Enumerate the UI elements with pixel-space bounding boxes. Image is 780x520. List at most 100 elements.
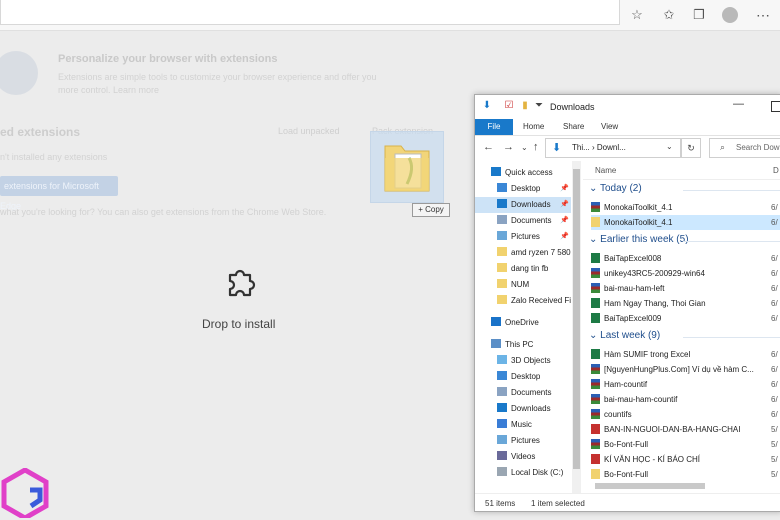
address-path-box[interactable]: ⬇ Thi... › Downl... ⌄ bbox=[545, 138, 681, 158]
navigation-bar: ← → ⌄ ↑ ⬇ Thi... › Downl... ⌄ ↻ ⌕ Search… bbox=[475, 136, 780, 160]
nav-item-label: NUM bbox=[511, 280, 530, 289]
nav-item[interactable]: Desktop bbox=[475, 369, 571, 385]
horizontal-scroll-thumb[interactable] bbox=[595, 483, 705, 489]
nav-item-label: Desktop bbox=[511, 184, 541, 193]
properties-icon[interactable]: ☑ bbox=[503, 100, 515, 112]
window-title: Downloads bbox=[550, 102, 595, 112]
rar-file-icon bbox=[591, 409, 600, 419]
file-row[interactable]: Bo-Font-Full 5/ bbox=[591, 467, 780, 482]
recent-locations-icon[interactable]: ⌄ bbox=[521, 143, 528, 152]
search-input[interactable]: ⌕ Search Dow bbox=[709, 138, 780, 158]
back-arrow-icon[interactable]: ← bbox=[483, 141, 494, 153]
group-header[interactable]: ⌄ Last week (9) bbox=[589, 330, 660, 341]
tab-share[interactable]: Share bbox=[563, 119, 584, 135]
video-icon bbox=[497, 451, 507, 460]
nav-item[interactable]: 3D Objects bbox=[475, 353, 571, 369]
file-row[interactable]: unikey43RC5-200929-win64 6/ bbox=[591, 266, 780, 281]
chevron-down-icon[interactable]: ⌄ bbox=[589, 183, 600, 194]
column-header-name[interactable]: Name bbox=[595, 166, 616, 175]
rar-file-icon bbox=[591, 364, 600, 374]
favorites-add-icon[interactable]: ☆ bbox=[630, 8, 644, 22]
file-row[interactable]: Ham Ngay Thang, Thoi Gian 6/ bbox=[591, 296, 780, 311]
favorites-icon[interactable]: ✩ bbox=[662, 8, 676, 22]
no-extensions-text: n't installed any extensions bbox=[0, 152, 108, 162]
file-row[interactable]: KÍ VĂN HỌC - KÍ BÁO CHÍ 5/ bbox=[591, 452, 780, 467]
file-name: BaiTapExcel008 bbox=[604, 254, 662, 263]
nav-item[interactable]: Local Disk (C:) bbox=[475, 465, 571, 481]
nav-item[interactable]: NUM bbox=[475, 277, 571, 293]
nav-item[interactable]: amd ryzen 7 580 bbox=[475, 245, 571, 261]
pdf-file-icon bbox=[591, 454, 600, 464]
file-row[interactable]: [NguyenHungPlus.Com] Ví dụ về hàm C... 6/ bbox=[591, 362, 780, 377]
file-row[interactable]: MonokaiToolkit_4.1 6/ bbox=[591, 200, 780, 215]
status-bar: 51 items 1 item selected bbox=[475, 493, 780, 511]
file-row[interactable]: Ham-countif 6/ bbox=[591, 377, 780, 392]
file-date: 6/ bbox=[771, 365, 778, 374]
explorer-title-bar[interactable]: ⬇ ☑ ▮ ⏷ Downloads — bbox=[475, 95, 780, 119]
nav-item[interactable]: Videos bbox=[475, 449, 571, 465]
nav-item-label: Pictures bbox=[511, 436, 540, 445]
file-name: Ham Ngay Thang, Thoi Gian bbox=[604, 299, 706, 308]
nav-item[interactable]: Music bbox=[475, 417, 571, 433]
file-row[interactable]: MonokaiToolkit_4.1 6/ bbox=[591, 215, 780, 230]
forward-arrow-icon[interactable]: → bbox=[503, 141, 514, 153]
refresh-button[interactable]: ↻ bbox=[681, 138, 701, 158]
file-list: Name D ⌄ Today (2) MonokaiToolkit_4.1 6/Mo… bbox=[583, 161, 780, 493]
rar-file-icon bbox=[591, 439, 600, 449]
profile-icon[interactable] bbox=[722, 7, 738, 23]
nav-item-label: Music bbox=[511, 420, 532, 429]
chevron-down-icon[interactable]: ⌄ bbox=[589, 234, 600, 245]
file-explorer-window[interactable]: ⬇ ☑ ▮ ⏷ Downloads — File Home Share View… bbox=[474, 94, 780, 512]
group-header[interactable]: ⌄ Earlier this week (5) bbox=[589, 234, 689, 245]
path-dropdown-icon[interactable]: ⌄ bbox=[666, 142, 673, 151]
nav-item[interactable]: Desktop 📌 bbox=[475, 181, 571, 197]
file-name: bai-mau-ham-countif bbox=[604, 395, 678, 404]
navigation-scrollbar[interactable] bbox=[572, 161, 581, 493]
nav-item-label: Local Disk (C:) bbox=[511, 468, 564, 477]
more-icon[interactable]: ⋯ bbox=[756, 7, 770, 24]
tab-home[interactable]: Home bbox=[523, 119, 544, 135]
file-row[interactable]: Hàm SUMIF trong Excel 6/ bbox=[591, 347, 780, 362]
maximize-button[interactable] bbox=[771, 101, 780, 112]
nav-item[interactable]: Documents 📌 bbox=[475, 213, 571, 229]
file-row[interactable]: bai-mau-ham-left 6/ bbox=[591, 281, 780, 296]
nav-item-label: Videos bbox=[511, 452, 536, 461]
load-unpacked-button[interactable]: Load unpacked bbox=[278, 126, 340, 136]
tab-view[interactable]: View bbox=[601, 119, 618, 135]
nav-item[interactable]: Pictures bbox=[475, 433, 571, 449]
up-arrow-icon[interactable]: ↑ bbox=[533, 141, 539, 153]
nav-item[interactable]: Zalo Received Fi bbox=[475, 293, 571, 309]
address-bar[interactable] bbox=[0, 0, 620, 25]
file-row[interactable]: bai-mau-ham-countif 6/ bbox=[591, 392, 780, 407]
collections-icon[interactable]: ❐ bbox=[692, 8, 706, 22]
folder-icon bbox=[497, 279, 507, 288]
browser-toolbar: ☆ ✩ ❐ ⋯ bbox=[0, 0, 780, 31]
downloads-path-icon: ⬇ bbox=[552, 142, 562, 154]
nav-item[interactable]: Downloads bbox=[475, 401, 571, 417]
chevron-down-icon[interactable]: ⌄ bbox=[589, 330, 600, 341]
tab-file[interactable]: File bbox=[475, 119, 513, 135]
file-row[interactable]: countifs 6/ bbox=[591, 407, 780, 422]
nav-item-label: Desktop bbox=[511, 372, 541, 381]
group-header[interactable]: ⌄ Today (2) bbox=[589, 183, 642, 194]
xls-file-icon bbox=[591, 313, 600, 323]
group-label: Last week (9) bbox=[600, 330, 661, 341]
file-row[interactable]: Bo-Font-Full 5/ bbox=[591, 437, 780, 452]
nav-item[interactable]: Documents bbox=[475, 385, 571, 401]
file-row[interactable]: BaiTapExcel008 6/ bbox=[591, 251, 780, 266]
quick-access-dropdown-icon[interactable]: ⏷ bbox=[533, 100, 545, 112]
minimize-button[interactable]: — bbox=[733, 98, 744, 110]
nav-item[interactable]: Downloads 📌 bbox=[475, 197, 571, 213]
nav-item[interactable]: Pictures 📌 bbox=[475, 229, 571, 245]
new-folder-icon[interactable]: ▮ bbox=[519, 100, 531, 112]
navigation-scroll-thumb[interactable] bbox=[573, 169, 580, 469]
file-date: 6/ bbox=[771, 410, 778, 419]
nav-item[interactable]: This PC bbox=[475, 337, 571, 353]
file-row[interactable]: BaiTapExcel009 6/ bbox=[591, 311, 780, 326]
nav-item[interactable]: dang tin fb bbox=[475, 261, 571, 277]
nav-item[interactable]: Quick access bbox=[475, 165, 571, 181]
file-row[interactable]: BAN-IN-NGUOI-DAN-BA-HANG-CHAI 5/ bbox=[591, 422, 780, 437]
nav-item[interactable]: OneDrive bbox=[475, 315, 571, 331]
get-extensions-button[interactable]: extensions for Microsoft Edge bbox=[0, 176, 118, 211]
column-header-date[interactable]: D bbox=[773, 166, 779, 175]
